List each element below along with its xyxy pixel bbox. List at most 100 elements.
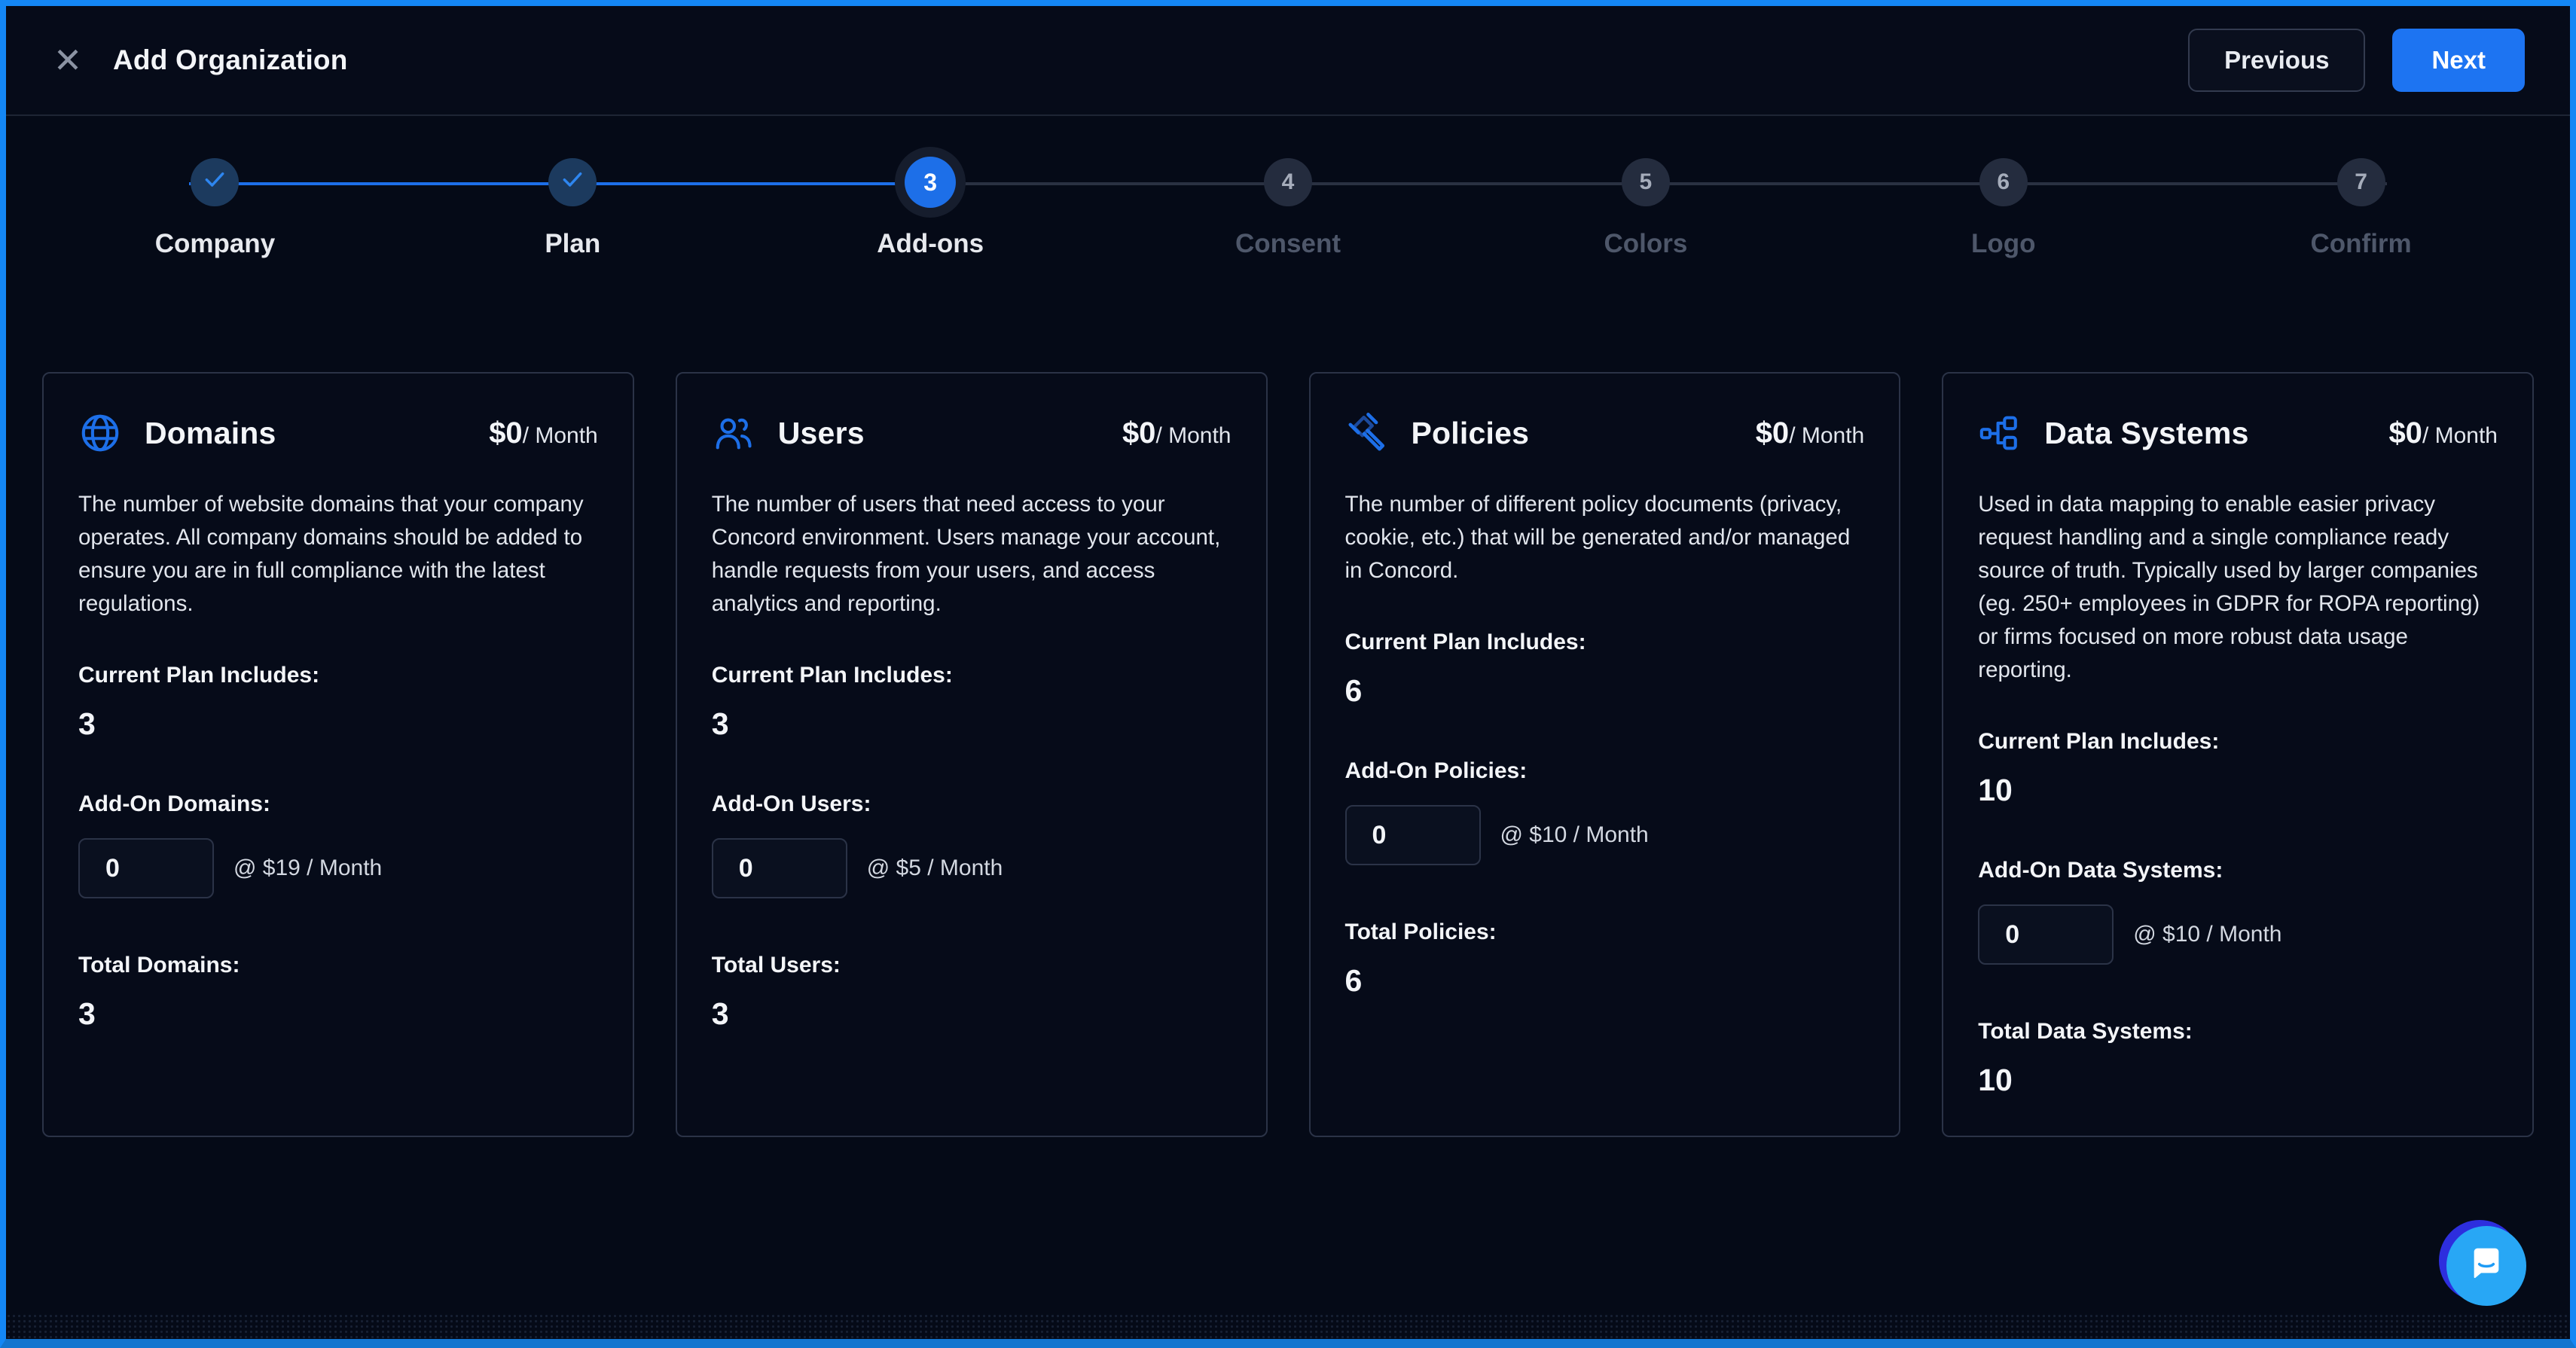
current-plan-value: 3	[78, 706, 598, 742]
card-title: Data Systems	[2044, 416, 2248, 451]
card-header: Users $0 / Month	[712, 411, 1232, 455]
steps-row: Company Plan 3 Add-ons 4 Consent 5	[36, 146, 2540, 259]
domains-card: Domains $0 / Month The number of website…	[42, 372, 634, 1137]
previous-button[interactable]: Previous	[2188, 29, 2365, 92]
topbar: ✕ Add Organization Previous Next	[6, 6, 2570, 116]
gavel-icon	[1345, 411, 1389, 455]
addon-label: Add-On Data Systems:	[1978, 858, 2498, 883]
step-active-circle: 3	[905, 157, 956, 208]
topbar-actions: Previous Next	[2188, 29, 2525, 92]
total-label: Total Users:	[712, 953, 1232, 978]
price-suffix: / Month	[2422, 423, 2498, 449]
step-colors[interactable]: 5 Colors	[1467, 146, 1824, 259]
current-plan-label: Current Plan Includes:	[78, 663, 598, 688]
card-description: Used in data mapping to enable easier pr…	[1978, 488, 2498, 687]
current-plan-label: Current Plan Includes:	[1345, 630, 1865, 655]
step-consent[interactable]: 4 Consent	[1109, 146, 1467, 259]
addon-label: Add-On Policies:	[1345, 758, 1865, 784]
step-logo[interactable]: 6 Logo	[1824, 146, 2182, 259]
total-value: 10	[1978, 1063, 2498, 1098]
step-confirm[interactable]: 7 Confirm	[2182, 146, 2540, 259]
policies-card: Policies $0 / Month The number of differ…	[1309, 372, 1901, 1137]
step-pending-circle: 6	[1979, 158, 2028, 206]
card-price: $0 / Month	[1122, 416, 1232, 450]
step-circle-wrap: 5	[1622, 146, 1670, 218]
close-icon[interactable]: ✕	[51, 44, 84, 77]
step-complete-circle	[191, 158, 239, 206]
step-label: Plan	[545, 229, 600, 259]
price-suffix: / Month	[1155, 423, 1231, 449]
price-suffix: / Month	[523, 423, 598, 449]
card-header: Policies $0 / Month	[1345, 411, 1865, 455]
card-price: $0 / Month	[489, 416, 598, 450]
step-add-ons[interactable]: 3 Add-ons	[752, 146, 1109, 259]
chat-launcher-button[interactable]	[2439, 1218, 2526, 1306]
card-title: Policies	[1412, 416, 1530, 451]
users-card: Users $0 / Month The number of users tha…	[676, 372, 1268, 1137]
addon-quantity-input[interactable]	[78, 838, 214, 898]
globe-icon	[78, 411, 122, 455]
check-icon	[560, 167, 584, 197]
addon-row: @ $10 / Month	[1345, 805, 1865, 865]
addon-rate: @ $19 / Month	[233, 855, 382, 881]
bottom-texture	[6, 1313, 2570, 1339]
price-amount: $0	[1122, 416, 1156, 450]
total-label: Total Domains:	[78, 953, 598, 978]
price-suffix: / Month	[1789, 423, 1864, 449]
price-amount: $0	[1756, 416, 1790, 450]
current-plan-value: 6	[1345, 673, 1865, 709]
price-amount: $0	[2388, 416, 2422, 450]
total-label: Total Policies:	[1345, 920, 1865, 945]
step-pending-circle: 4	[1264, 158, 1312, 206]
step-plan[interactable]: Plan	[394, 146, 752, 259]
addon-quantity-input[interactable]	[1978, 904, 2114, 965]
stepper: Company Plan 3 Add-ons 4 Consent 5	[6, 146, 2570, 259]
addon-rate: @ $10 / Month	[1500, 822, 1649, 848]
addon-row: @ $10 / Month	[1978, 904, 2498, 965]
step-label: Add-ons	[877, 229, 984, 259]
card-header: Data Systems $0 / Month	[1978, 411, 2498, 455]
step-circle-wrap: 4	[1264, 146, 1312, 218]
step-company[interactable]: Company	[36, 146, 394, 259]
step-label: Company	[155, 229, 275, 259]
next-button[interactable]: Next	[2392, 29, 2525, 92]
step-circle-wrap	[191, 146, 239, 218]
users-icon	[712, 411, 755, 455]
data-systems-icon	[1978, 411, 2022, 455]
addon-label: Add-On Domains:	[78, 791, 598, 817]
step-circle-wrap	[548, 146, 597, 218]
card-description: The number of different policy documents…	[1345, 488, 1865, 587]
step-circle-wrap: 7	[2337, 146, 2385, 218]
card-title: Users	[778, 416, 865, 451]
addon-quantity-input[interactable]	[1345, 805, 1481, 865]
card-title: Domains	[145, 416, 276, 451]
addon-row: @ $5 / Month	[712, 838, 1232, 898]
addon-quantity-input[interactable]	[712, 838, 847, 898]
price-amount: $0	[489, 416, 523, 450]
card-description: The number of users that need access to …	[712, 488, 1232, 621]
addon-cards: Domains $0 / Month The number of website…	[6, 372, 2570, 1137]
total-value: 3	[78, 996, 598, 1032]
step-pending-circle: 7	[2337, 158, 2385, 206]
card-header: Domains $0 / Month	[78, 411, 598, 455]
addon-label: Add-On Users:	[712, 791, 1232, 817]
step-label: Confirm	[2311, 229, 2412, 259]
total-value: 3	[712, 996, 1232, 1032]
current-plan-label: Current Plan Includes:	[1978, 729, 2498, 755]
current-plan-label: Current Plan Includes:	[712, 663, 1232, 688]
current-plan-value: 3	[712, 706, 1232, 742]
total-label: Total Data Systems:	[1978, 1019, 2498, 1045]
card-price: $0 / Month	[1756, 416, 1865, 450]
step-label: Logo	[1971, 229, 2036, 259]
page-title: Add Organization	[113, 44, 348, 76]
card-price: $0 / Month	[2388, 416, 2498, 450]
addon-rate: @ $5 / Month	[867, 855, 1003, 881]
total-value: 6	[1345, 963, 1865, 999]
data-systems-card: Data Systems $0 / Month Used in data map…	[1942, 372, 2534, 1137]
addon-row: @ $19 / Month	[78, 838, 598, 898]
addon-rate: @ $10 / Month	[2133, 922, 2281, 947]
step-circle-wrap: 3	[905, 146, 956, 218]
step-circle-wrap: 6	[1979, 146, 2028, 218]
step-label: Colors	[1604, 229, 1687, 259]
step-pending-circle: 5	[1622, 158, 1670, 206]
